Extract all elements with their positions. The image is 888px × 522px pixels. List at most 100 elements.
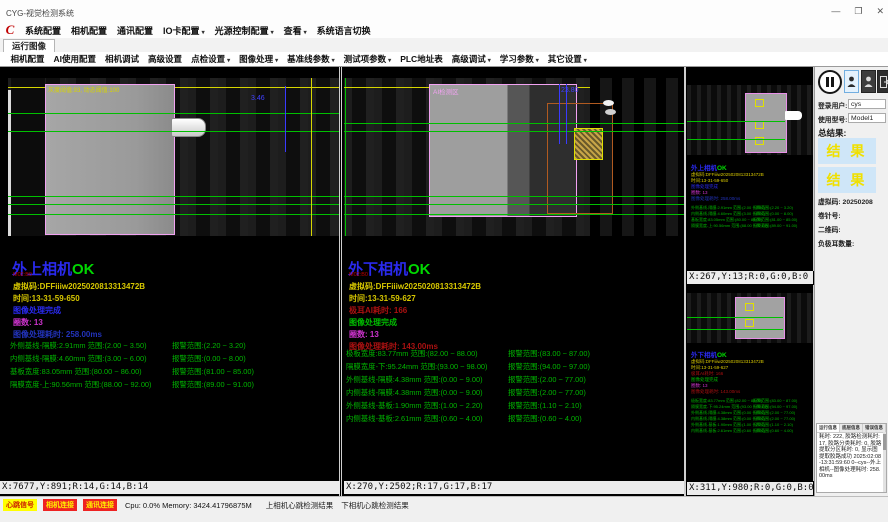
- menu-item[interactable]: 通讯配置: [112, 24, 158, 37]
- measurement-value: 基板宽度:83.05mm 范围:(80.00 ~ 86.00): [10, 367, 142, 376]
- maximize-button[interactable]: ❐: [854, 6, 862, 16]
- mini-camera-title: 外上相机OK: [691, 162, 768, 172]
- chevron-down-icon: ▾: [332, 58, 335, 64]
- menu-item[interactable]: 系统配置: [20, 24, 66, 37]
- menu-item[interactable]: 系统语言切换: [312, 24, 376, 37]
- toolbar-item[interactable]: 其它设置▾: [543, 53, 591, 65]
- toolbar-item[interactable]: 相机调试: [101, 53, 144, 65]
- measure-blue-line: [559, 84, 560, 144]
- exit-door-icon: [880, 76, 888, 88]
- toolbar-item[interactable]: 测试项参数▾: [339, 53, 396, 65]
- heartbeat-badge: 心跳信号: [3, 499, 37, 511]
- toolbar-item[interactable]: 学习参数▾: [495, 53, 543, 65]
- measurement-row: 外侧基线-隔膜:2.91mm 范围:(2.00 ~ 3.50) 报警范围:(2.2…: [10, 340, 334, 353]
- menu-item-label: 通讯配置: [117, 26, 153, 36]
- measurement-row: 隔膜宽度-上:90.56mm 范围:(88.00 ~ 92.00) 报警范围:(8…: [10, 379, 334, 392]
- info-line: 图像处理完成: [349, 317, 481, 329]
- measure-blue-line: [285, 86, 286, 152]
- alarm-range: 报警范围:(89.00 ~ 91.00): [172, 379, 254, 390]
- menu-item-label: 系统语言切换: [317, 26, 371, 36]
- camera-connect-badge: 相机连接: [43, 499, 77, 511]
- thumbnail-lower-camera[interactable]: 外下相机OK 虚拟码:DFFiiiw2025020813313472B时间:13…: [687, 285, 814, 481]
- measure-value-label: 23.80: [561, 87, 579, 94]
- left-camera-panel: 灰度阈值:93, 动态阈值:100 3.46 外上相机OK M02:B0 虚拟码…: [8, 67, 340, 496]
- toolbar-item[interactable]: 相机配置: [6, 53, 49, 65]
- left-panel-statusbar: X:7677,Y:891;R:14,G:14,B:14: [0, 481, 340, 494]
- toolbar-item[interactable]: 高级设置: [144, 53, 187, 65]
- electrode-region-box: [45, 84, 175, 235]
- toolbar-item[interactable]: 基准线参数▾: [283, 53, 340, 65]
- info-line: 时间:13-31-59-627: [349, 293, 481, 305]
- measurement-value: 外侧基线-隔膜:2.91mm 范围:(2.00 ~ 3.50): [10, 341, 147, 350]
- alarm-range: 报警范围:(0.00 ~ 8.00): [172, 353, 246, 364]
- operator-icon: [864, 76, 873, 88]
- tab-strip: 运行图像: [0, 38, 888, 53]
- main-area: 灰度阈值:93, 动态阈值:100 3.46 外上相机OK M02:B0 虚拟码…: [0, 67, 888, 496]
- model-field[interactable]: Model1: [848, 113, 886, 123]
- mini-electrode-box: [745, 93, 787, 153]
- chevron-down-icon: ▾: [304, 30, 307, 36]
- info-scrollbar[interactable]: [883, 432, 886, 492]
- menu-item[interactable]: 光源控制配置▾: [210, 24, 279, 37]
- result-badge-2: 结 果: [818, 167, 876, 193]
- alarm-range: 报警范围:(2.20 ~ 3.20): [172, 340, 246, 351]
- left-camera-image[interactable]: 灰度阈值:93, 动态阈值:100 3.46: [8, 78, 339, 236]
- alarm-range: 报警范围:(2.00 ~ 77.00): [508, 387, 586, 398]
- toolbar: 相机配置AI使用配置相机调试高级设置点检设置▾图像处理▾基准线参数▾测试项参数▾…: [0, 52, 888, 67]
- measurement-row: 基板宽度:83.05mm 范围:(80.00 ~ 86.00) 报警范围:(81.…: [10, 366, 334, 379]
- user-button[interactable]: [844, 70, 859, 93]
- runtime-info-text: 耗时: 222, 胶路检测耗时: 17, 胶路分类耗时: 0, 胶路提取分区耗时…: [817, 433, 886, 481]
- thumbnail-upper-camera[interactable]: 外上相机OK 虚拟码:DFFiiiw2025020813313472B时间:13…: [687, 67, 814, 271]
- ok-badge: OK: [72, 261, 95, 278]
- operator-button[interactable]: [861, 70, 876, 93]
- middle-camera-image[interactable]: AI检测区 23.80: [344, 78, 684, 236]
- measurement-row: 隔膜宽度-下:95.24mm 范围:(93.00 ~ 98.00)报警范围:(9…: [346, 361, 679, 374]
- chevron-down-icon: ▾: [488, 58, 491, 64]
- menu-item[interactable]: 相机配置: [66, 24, 112, 37]
- user-icon: [847, 76, 856, 88]
- measurement-value: 内侧基线-基板:2.61mm 范围:(0.60 ~ 4.00): [346, 414, 483, 423]
- toolbar-item-label: 点检设置: [191, 54, 225, 64]
- upper-camera-heartbeat-text: 上相机心跳检测结果: [266, 500, 334, 511]
- toolbar-item[interactable]: 高级调试▾: [447, 53, 495, 65]
- mini-electrode-box: [735, 297, 785, 339]
- measurement-row: 内侧基线-基板:2.61mm 范围:(0.60 ~ 4.00) 报警范围:(0.6…: [346, 413, 679, 426]
- menu-item[interactable]: 查看▾: [279, 24, 312, 37]
- tab-run-image[interactable]: 运行图像: [3, 39, 55, 52]
- measurement-value: 外侧基线-基板:1.90mm 范围:(1.00 ~ 2.20): [346, 401, 483, 410]
- toolbar-item-label: 基准线参数: [287, 54, 330, 64]
- info-line: 虚拟码:DFFiiiw2025020813313472B: [349, 281, 481, 293]
- toolbar-item-label: 高级设置: [148, 54, 182, 64]
- info-tab-error[interactable]: 错误信息: [863, 424, 886, 432]
- info-tab-run[interactable]: 运行信息: [817, 424, 840, 432]
- toolbar-item[interactable]: 图像处理▾: [235, 53, 283, 65]
- alarm-range: 报警范围:(81.00 ~ 85.00): [172, 366, 254, 377]
- exit-button[interactable]: [877, 70, 888, 93]
- measurement-value: 外侧基线-隔膜:4.38mm 范围:(0.00 ~ 9.00): [346, 375, 483, 384]
- close-button[interactable]: ✕: [876, 6, 884, 16]
- threshold-label: 灰度阈值:93, 动态阈值:100: [48, 85, 119, 94]
- info-line: 极耳AI耗时: 166: [349, 305, 481, 317]
- measurement-row: 极板宽度:83.77mm 范围:(82.00 ~ 88.00)报警范围:(83.…: [346, 348, 679, 361]
- pause-button[interactable]: [818, 70, 842, 94]
- toolbar-item[interactable]: AI使用配置: [49, 53, 101, 65]
- menu-item[interactable]: IO卡配置▾: [158, 24, 210, 37]
- chevron-down-icon: ▾: [271, 30, 274, 36]
- app-window: CYG-视觉检测系统 — ❐ ✕ C 系统配置相机配置通讯配置IO卡配置▾光源控…: [0, 0, 888, 522]
- alarm-range: 报警范围:(0.60 ~ 4.00): [508, 413, 582, 424]
- sidebar-field: 卷针号:: [818, 210, 873, 224]
- measurement-row: 内侧基线-隔膜:4.60mm 范围:(3.00 ~ 6.00)报警范围:(0.0…: [10, 353, 334, 366]
- minimize-button[interactable]: —: [831, 6, 840, 16]
- toolbar-item[interactable]: PLC地址表: [396, 53, 448, 65]
- chevron-down-icon: ▾: [275, 58, 278, 64]
- measure-yellow-line: [311, 78, 312, 236]
- camera-id-label: M02:B0: [13, 272, 32, 278]
- measurement-row: 内侧基线-隔膜:4.38mm 范围:(0.00 ~ 9.00)报警范围:(2.0…: [346, 387, 679, 400]
- info-tab-lowlevel[interactable]: 底层信息: [840, 424, 863, 432]
- measurement-value: 隔膜宽度-上:90.56mm 范围:(88.00 ~ 92.00): [10, 380, 152, 389]
- sidebar-field: 二维码:: [818, 224, 873, 238]
- login-user-field[interactable]: cys: [848, 99, 886, 109]
- toolbar-item[interactable]: 点检设置▾: [187, 53, 235, 65]
- tab-connector: [171, 118, 206, 137]
- login-user-label: 登录用户:: [818, 100, 847, 110]
